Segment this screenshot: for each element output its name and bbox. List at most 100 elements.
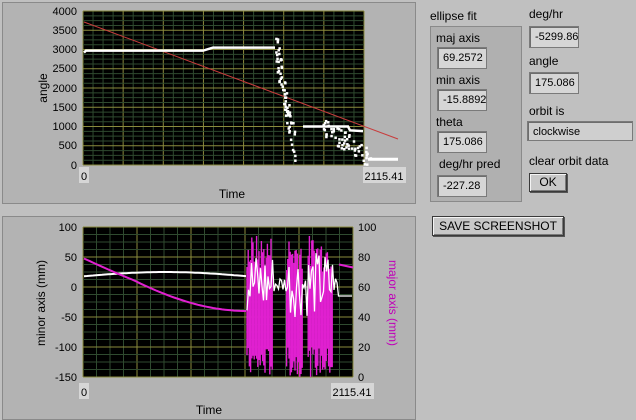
angle-point — [283, 102, 286, 106]
orbit-label: orbit is — [529, 104, 565, 118]
angle-point — [276, 71, 280, 74]
angle-point — [289, 138, 293, 142]
angle-point — [353, 149, 357, 152]
angle-point — [294, 159, 297, 162]
angle-label: angle — [529, 54, 559, 68]
angle-point — [288, 129, 291, 133]
angle-point — [365, 156, 368, 160]
theta-label: theta — [436, 115, 463, 129]
angle-point — [279, 58, 283, 62]
angle-point — [291, 148, 295, 152]
angle-point — [284, 114, 288, 117]
angle-point — [287, 127, 290, 130]
angle-point — [346, 143, 349, 146]
angle-point — [343, 135, 347, 139]
angle-point — [279, 72, 282, 76]
angle-point — [284, 96, 287, 99]
angle-point — [338, 141, 341, 145]
deg-hr-value: -5299.86 — [529, 26, 579, 48]
major-y-ticks: 100 80 60 40 20 0 — [358, 222, 376, 384]
angle-point — [293, 130, 297, 134]
angle-chart: 4000 3500 3000 2500 2000 1500 1000 500 0… — [36, 6, 406, 201]
angle-point — [282, 88, 285, 92]
y-tick-right: 0 — [358, 372, 364, 384]
angle-point — [293, 133, 297, 136]
y-tick: 2500 — [53, 63, 77, 75]
angle-x-label: Time — [219, 187, 246, 201]
y-tick: 1500 — [53, 102, 77, 114]
angle-point — [340, 129, 343, 132]
y-tick: 2000 — [53, 83, 77, 95]
angle-point — [361, 154, 364, 157]
angle-point — [284, 108, 287, 111]
angle-point — [350, 147, 354, 150]
angle-point — [327, 121, 330, 124]
angle-point — [290, 143, 294, 146]
min-axis-label: min axis — [436, 73, 481, 87]
maj-axis-value: 69.2572 — [437, 47, 487, 69]
y-tick: 0 — [71, 160, 77, 172]
x-min-label[interactable]: 0 — [81, 387, 87, 399]
angle-point — [276, 57, 279, 61]
angle-point — [325, 133, 328, 136]
y-tick-left: -50 — [61, 312, 77, 324]
axes-x-label: Time — [196, 403, 223, 417]
angle-point — [365, 150, 368, 154]
y-tick: 4000 — [53, 6, 77, 18]
angle-point — [368, 157, 372, 161]
angle-point — [330, 127, 333, 131]
angle-point — [322, 127, 326, 131]
angle-point — [362, 159, 366, 163]
angle-point — [281, 85, 284, 88]
angle-point — [275, 51, 278, 54]
min-axis-value: -15.8892 — [437, 89, 487, 111]
axes-chart: 100 50 0 -50 -100 -150 100 80 60 40 20 0… — [34, 222, 400, 417]
angle-point — [324, 122, 327, 125]
y-tick-right: 100 — [358, 222, 376, 234]
angle-point — [275, 60, 278, 63]
angle-point — [365, 154, 369, 157]
angle-point — [330, 134, 333, 138]
deg-hr-pred-label: deg/hr pred — [439, 157, 501, 171]
angle-point — [332, 130, 335, 133]
x-max-label[interactable]: 2115.41 — [333, 387, 372, 399]
minor-y-ticks: 100 50 0 -50 -100 -150 — [55, 222, 77, 384]
ok-button[interactable]: OK — [529, 173, 567, 192]
angle-point — [327, 124, 330, 128]
angle-point — [348, 134, 351, 137]
angle-point — [275, 37, 278, 41]
angle-point — [278, 80, 281, 84]
y-tick-left: 100 — [59, 222, 77, 234]
angle-point — [289, 121, 293, 124]
angle-point — [294, 154, 297, 158]
y-tick-right: 60 — [358, 282, 370, 294]
angle-point — [336, 127, 339, 130]
angle-point — [341, 138, 344, 141]
y-tick-left: 50 — [65, 252, 77, 264]
angle-point — [343, 148, 346, 151]
angle-point — [363, 163, 367, 166]
y-tick-left: 0 — [71, 282, 77, 294]
angle-point — [343, 139, 347, 142]
angle-point — [289, 115, 292, 118]
angle-point — [334, 136, 337, 140]
angle-point — [340, 147, 344, 150]
angle-point — [366, 163, 369, 166]
angle-point — [285, 92, 289, 95]
save-screenshot-button[interactable]: SAVE SCREENSHOT — [432, 216, 564, 236]
deg-hr-label: deg/hr — [529, 7, 564, 21]
angle-point — [277, 48, 281, 52]
y-tick-right: 80 — [358, 252, 370, 264]
ellipse-fit-title: ellipse fit — [430, 9, 477, 23]
y-tick: 3000 — [53, 44, 77, 56]
angle-point — [279, 77, 283, 81]
x-max-label[interactable]: 2115.41 — [365, 171, 404, 183]
x-min-label[interactable]: 0 — [81, 171, 87, 183]
angle-point — [357, 150, 361, 153]
angle-point — [341, 143, 344, 147]
angle-point — [358, 145, 362, 148]
clear-orbit-label: clear orbit data — [529, 154, 609, 168]
angle-point — [352, 140, 356, 143]
ellipse-fit-cluster: maj axis 69.2572 min axis -15.8892 theta… — [430, 26, 522, 202]
y-tick-left: -100 — [55, 342, 77, 354]
